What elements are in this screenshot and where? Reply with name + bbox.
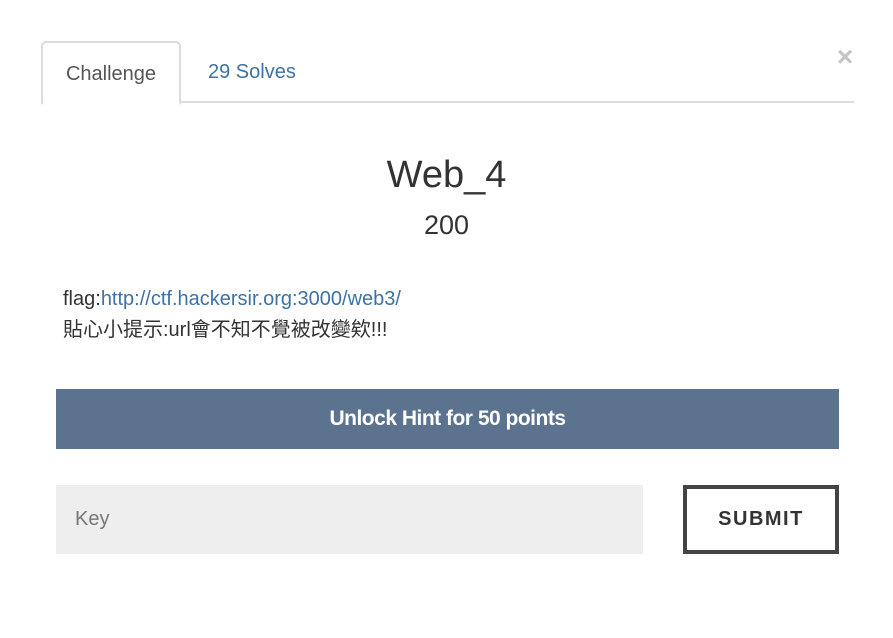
- tab-challenge[interactable]: Challenge: [41, 41, 181, 105]
- challenge-link[interactable]: http://ctf.hackersir.org:3000/web3/: [101, 288, 401, 310]
- flag-prefix: flag:: [63, 288, 101, 310]
- challenge-name: Web_4: [386, 154, 507, 196]
- unlock-hint-button[interactable]: Unlock Hint for 50 points: [56, 389, 839, 449]
- tab-solves[interactable]: 29 Solves: [185, 41, 319, 103]
- challenge-description: flag:http://ctf.hackersir.org:3000/web3/…: [63, 284, 823, 346]
- key-input[interactable]: [56, 485, 643, 554]
- submit-button[interactable]: SUBMIT: [683, 485, 839, 554]
- tab-bar: Challenge 29 Solves: [41, 41, 854, 105]
- description-line-1: flag:http://ctf.hackersir.org:3000/web3/: [63, 284, 823, 315]
- challenge-modal: × Challenge 29 Solves Web_4 200 flag:htt…: [0, 0, 893, 638]
- challenge-points: 200: [423, 210, 470, 240]
- description-line-2: 貼心小提示:url會不知不覺被改變欸!!!: [63, 319, 388, 341]
